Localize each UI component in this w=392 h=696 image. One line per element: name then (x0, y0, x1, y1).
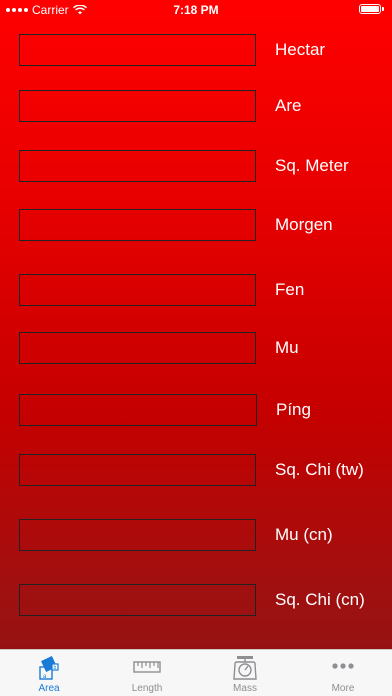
tab-more-label: More (331, 683, 355, 694)
battery-icon (359, 4, 384, 14)
mu-cn-input[interactable] (19, 519, 256, 551)
unit-row-morgen: Morgen (0, 209, 392, 243)
sq-chi-cn-input[interactable] (19, 584, 256, 616)
tab-area[interactable]: a b Area (0, 650, 98, 696)
fen-input[interactable] (19, 274, 256, 306)
tab-length[interactable]: Length (98, 650, 196, 696)
mu-input[interactable] (19, 332, 256, 364)
unit-row-sq-chi-cn: Sq. Chi (cn) (0, 584, 392, 618)
status-bar: Carrier 7:18 PM (0, 0, 392, 20)
unit-row-fen: Fen (0, 274, 392, 308)
unit-row-sq-meter: Sq. Meter (0, 150, 392, 184)
tab-more[interactable]: More (294, 650, 392, 696)
unit-row-mu: Mu (0, 332, 392, 366)
mu-label: Mu (275, 338, 299, 357)
hectar-label: Hectar (275, 40, 326, 59)
tab-mass[interactable]: Mass (196, 650, 294, 696)
unit-row-sq-chi-tw: Sq. Chi (tw) (0, 454, 392, 488)
unit-row-hectar: Hectar (0, 34, 392, 68)
mu-cn-label: Mu (cn) (275, 525, 333, 544)
tab-length-label: Length (131, 683, 163, 694)
sq-chi-tw-label: Sq. Chi (tw) (275, 460, 364, 479)
fen-label: Fen (275, 280, 305, 299)
tab-bar: a b Area Length Mass More (0, 649, 392, 696)
more-icon (332, 663, 354, 669)
sq-meter-label: Sq. Meter (275, 156, 349, 175)
are-input[interactable] (19, 90, 256, 122)
scale-icon (233, 656, 257, 680)
unit-row-are: Are (0, 90, 392, 124)
ping-input[interactable] (19, 394, 257, 426)
are-label: Are (275, 96, 302, 115)
sq-chi-cn-label: Sq. Chi (cn) (275, 590, 365, 609)
svg-text:b: b (54, 665, 57, 671)
status-time: 7:18 PM (173, 3, 219, 17)
sq-chi-tw-input[interactable] (19, 454, 256, 486)
unit-row-ping: Píng (0, 394, 392, 428)
ruler-icon (133, 661, 161, 673)
unit-row-mu-cn: Mu (cn) (0, 519, 392, 553)
morgen-label: Morgen (275, 215, 333, 234)
area-icon: a b (39, 656, 59, 680)
morgen-input[interactable] (19, 209, 256, 241)
ping-label: Píng (276, 400, 311, 419)
hectar-input[interactable] (19, 34, 256, 66)
sq-meter-input[interactable] (19, 150, 256, 182)
tab-mass-label: Mass (233, 683, 257, 694)
tab-area-label: Area (38, 683, 60, 694)
